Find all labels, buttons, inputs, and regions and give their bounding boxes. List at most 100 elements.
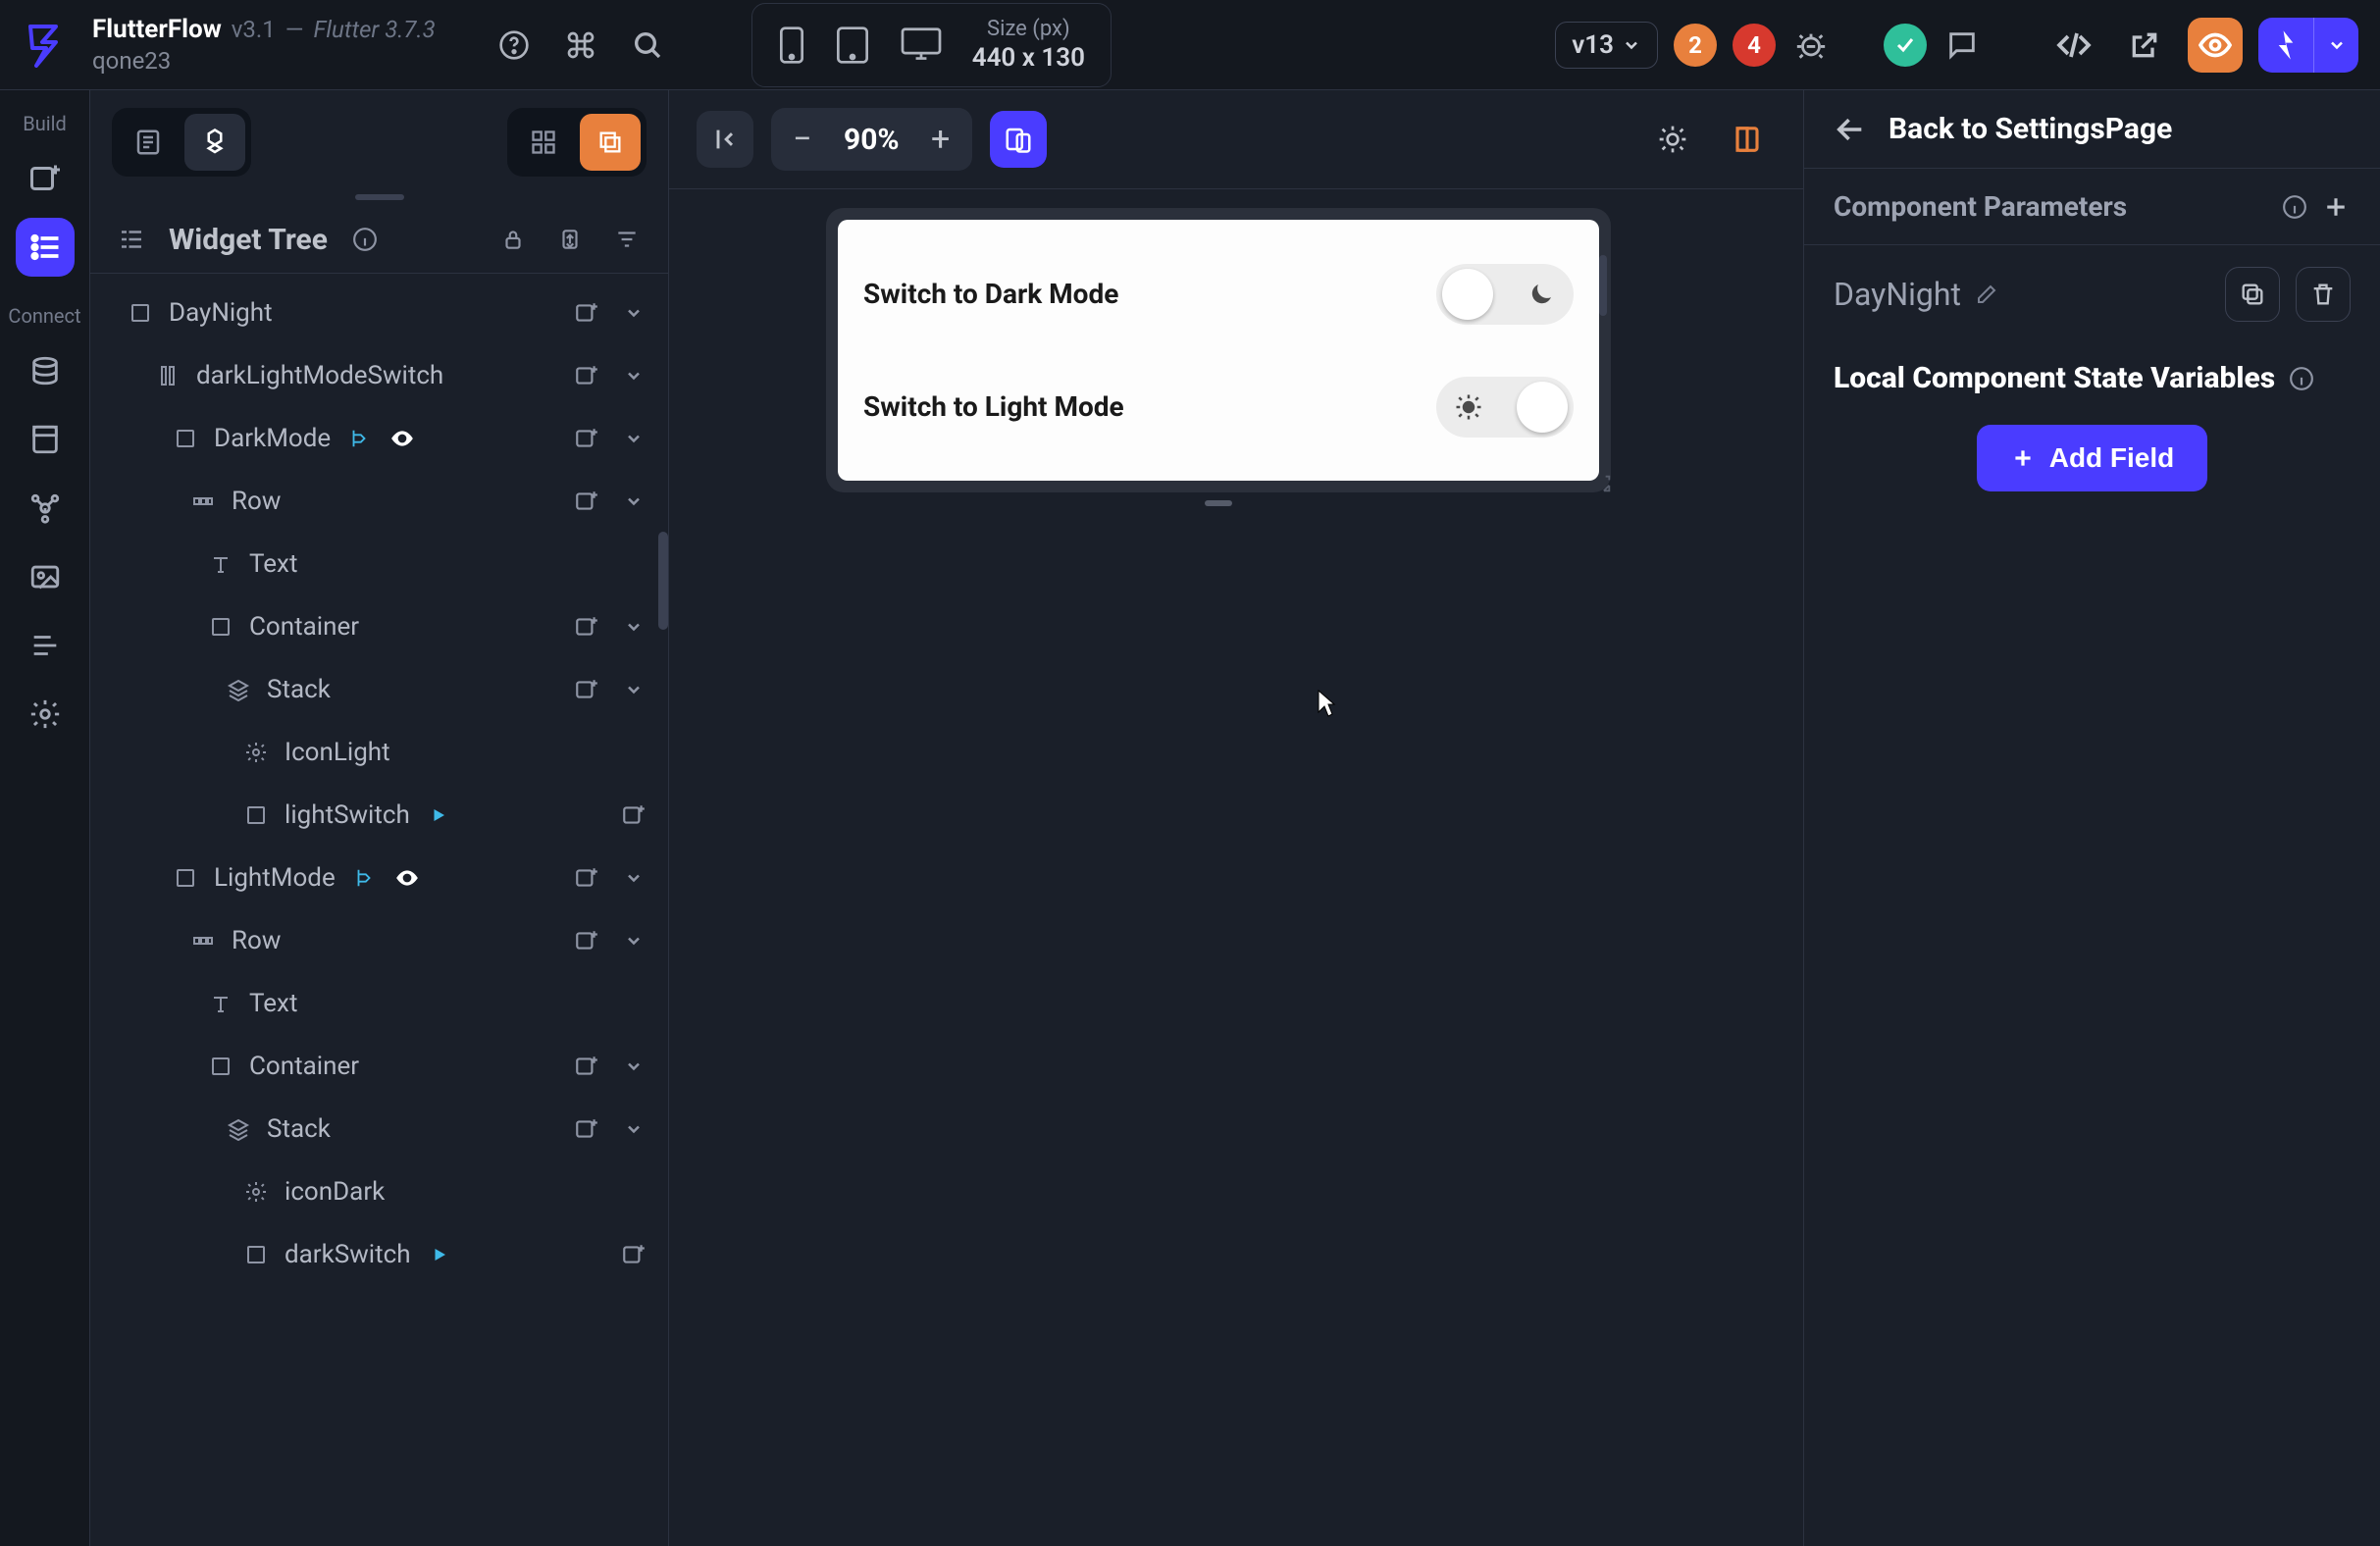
add-child-icon[interactable] — [570, 422, 603, 455]
device-frame-button[interactable] — [1719, 111, 1776, 168]
add-child-icon[interactable] — [570, 296, 603, 330]
resize-handle-icon[interactable] — [1591, 473, 1613, 494]
tree-row-darkmode[interactable]: DarkMode — [90, 407, 668, 470]
edit-name-button[interactable] — [1975, 283, 1998, 306]
tree-row-lightswitch[interactable]: lightSwitch — [90, 784, 668, 847]
tree-row-iconlight[interactable]: IconLight — [90, 721, 668, 784]
rail-custom-code[interactable] — [16, 616, 75, 675]
zoom-out-button[interactable]: − — [777, 114, 828, 165]
chevron-down-icon[interactable] — [617, 1112, 650, 1146]
text-icon — [206, 549, 235, 579]
bug-icon[interactable] — [1791, 26, 1831, 65]
theme-toggle-button[interactable] — [1644, 111, 1701, 168]
device-preview[interactable]: Switch to Dark Mode Switch to Light Mode — [826, 208, 1611, 492]
tree-scroll[interactable]: DayNight darkLightModeSwitch DarkMode — [90, 274, 668, 1546]
chevron-down-icon[interactable] — [617, 924, 650, 957]
rail-datatypes[interactable] — [16, 410, 75, 469]
rail-widget-tree[interactable] — [16, 218, 75, 277]
device-handle[interactable] — [1205, 500, 1232, 506]
multi-device-button[interactable] — [990, 111, 1047, 168]
seg-grid[interactable] — [513, 114, 574, 171]
add-child-icon[interactable] — [570, 924, 603, 957]
add-child-icon[interactable] — [570, 610, 603, 644]
rail-api[interactable] — [16, 479, 75, 538]
rail-firestore[interactable] — [16, 341, 75, 400]
panel-resize-handle[interactable] — [90, 194, 668, 202]
desktop-icon[interactable] — [900, 26, 943, 64]
info-icon[interactable] — [2282, 194, 2307, 220]
search-button[interactable] — [626, 24, 669, 67]
tree-row-lightmode[interactable]: LightMode — [90, 847, 668, 909]
run-dropdown[interactable] — [2313, 18, 2358, 73]
open-external-icon[interactable] — [2117, 18, 2172, 73]
tree-row-container2[interactable]: Container — [90, 1035, 668, 1098]
eye-icon[interactable] — [388, 424, 417, 453]
tree-row-switch[interactable]: darkLightModeSwitch — [90, 344, 668, 407]
preview-button[interactable] — [2188, 18, 2243, 73]
comments-icon[interactable] — [1942, 26, 1982, 65]
chevron-down-icon[interactable] — [617, 861, 650, 895]
add-child-icon[interactable] — [570, 1112, 603, 1146]
tree-row-darkswitch[interactable]: darkSwitch — [90, 1223, 668, 1286]
chevron-down-icon[interactable] — [617, 673, 650, 706]
errors-badge[interactable]: 4 — [1733, 24, 1776, 67]
rail-media[interactable] — [16, 547, 75, 606]
rail-settings[interactable] — [16, 685, 75, 744]
status-ok-icon[interactable] — [1884, 24, 1927, 67]
square-icon — [126, 298, 155, 328]
tree-row-row1[interactable]: Row — [90, 470, 668, 533]
tree-row-text1[interactable]: Text — [90, 533, 668, 595]
help-button[interactable] — [492, 24, 536, 67]
info-icon[interactable] — [2289, 366, 2314, 391]
filter-icon[interactable] — [607, 220, 647, 259]
rail-add-widget[interactable] — [16, 149, 75, 208]
rail-build-label: Build — [23, 112, 67, 135]
tree-row-container1[interactable]: Container — [90, 595, 668, 658]
version-dropdown[interactable]: v13 — [1555, 22, 1658, 69]
add-child-icon[interactable] — [570, 485, 603, 518]
tree-row-row2[interactable]: Row — [90, 909, 668, 972]
eye-icon[interactable] — [392, 863, 422, 893]
chevron-down-icon[interactable] — [617, 485, 650, 518]
panel-scrollbar[interactable] — [658, 532, 668, 630]
delete-button[interactable] — [2296, 267, 2351, 322]
add-child-icon[interactable] — [570, 1050, 603, 1083]
dark-mode-toggle[interactable] — [1436, 264, 1574, 325]
phone-icon[interactable] — [778, 26, 805, 65]
run-button[interactable] — [2258, 18, 2313, 73]
warnings-badge[interactable]: 2 — [1674, 24, 1717, 67]
add-param-button[interactable] — [2321, 192, 2351, 222]
add-child-icon[interactable] — [570, 861, 603, 895]
light-mode-toggle[interactable] — [1436, 377, 1574, 438]
chevron-down-icon[interactable] — [617, 296, 650, 330]
chevron-down-icon[interactable] — [617, 422, 650, 455]
chevron-down-icon[interactable] — [617, 610, 650, 644]
lock-icon[interactable] — [493, 220, 533, 259]
copy-button[interactable] — [2225, 267, 2280, 322]
code-icon[interactable] — [2046, 18, 2101, 73]
tree-row-stack1[interactable]: Stack — [90, 658, 668, 721]
collapse-sidebar-button[interactable] — [697, 111, 753, 168]
chevron-down-icon[interactable] — [617, 1050, 650, 1083]
seg-overlap[interactable] — [580, 114, 641, 171]
tree-row-daynight[interactable]: DayNight — [90, 282, 668, 344]
seg-pages[interactable] — [118, 114, 179, 171]
add-child-icon[interactable] — [617, 799, 650, 832]
zoom-in-button[interactable]: + — [915, 114, 966, 165]
add-field-button[interactable]: Add Field — [1977, 425, 2208, 491]
flutter-version: Flutter 3.7.3 — [313, 16, 435, 43]
add-child-icon[interactable] — [570, 359, 603, 392]
tree-row-icondark[interactable]: iconDark — [90, 1160, 668, 1223]
tablet-icon[interactable] — [835, 26, 870, 65]
add-child-icon[interactable] — [570, 673, 603, 706]
seg-components[interactable] — [184, 114, 245, 171]
tree-row-stack2[interactable]: Stack — [90, 1098, 668, 1160]
command-palette-button[interactable] — [559, 24, 602, 67]
expand-icon[interactable] — [550, 220, 590, 259]
add-child-icon[interactable] — [617, 1238, 650, 1271]
info-icon[interactable] — [345, 220, 385, 259]
back-button[interactable] — [1834, 113, 1867, 146]
tree-row-text2[interactable]: Text — [90, 972, 668, 1035]
chevron-down-icon[interactable] — [617, 359, 650, 392]
preview-scrollbar[interactable] — [1599, 255, 1607, 316]
